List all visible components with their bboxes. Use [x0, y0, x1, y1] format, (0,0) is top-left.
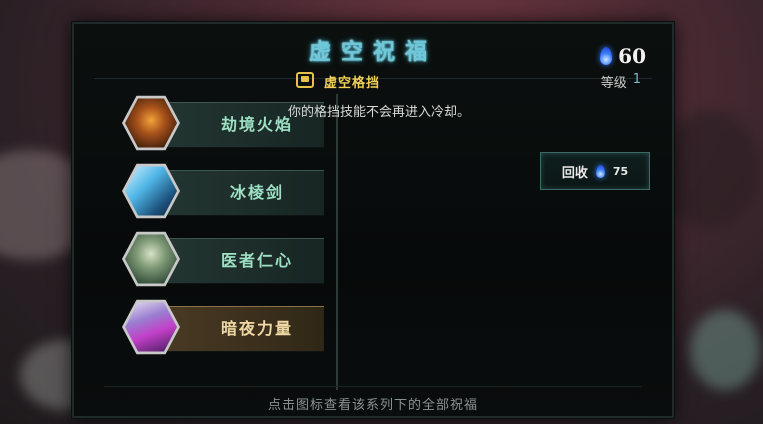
category-label: 医者仁心	[220, 251, 293, 270]
background-blob	[660, 110, 760, 230]
blessing-level: 等级 1	[601, 72, 641, 91]
panel-title: 虚空祝福	[308, 39, 437, 65]
background-blob	[690, 310, 760, 390]
healer-icon-art	[125, 234, 177, 284]
blessing-name: 虚空格挡	[324, 76, 381, 91]
level-label: 等级	[600, 76, 627, 91]
level-value: 1	[632, 72, 641, 87]
recycle-cost: 75	[612, 164, 629, 178]
category-label: 暗夜力量	[220, 319, 293, 338]
panel-divider	[336, 94, 338, 390]
recycle-label: 回收	[561, 165, 588, 181]
footer-hint: 点击图标查看该系列下的全部祝福	[267, 398, 478, 413]
fire-icon-art	[125, 98, 177, 148]
blessing-description: 你的格挡技能不会再进入冷却。	[288, 105, 471, 120]
category-ice-sword[interactable]: 冰棱剑	[122, 162, 324, 220]
recycle-button[interactable]: 回收 75	[540, 152, 650, 190]
category-healer[interactable]: 医者仁心	[122, 230, 324, 288]
currency-value: 60	[618, 44, 646, 68]
parry-shield-icon	[296, 72, 314, 88]
blue-soul-flame-icon	[595, 164, 605, 178]
currency-display: 60	[600, 44, 646, 68]
blue-soul-flame-icon	[600, 47, 613, 65]
night-icon-art	[125, 302, 177, 352]
footer-divider	[104, 386, 642, 387]
ice-icon-art	[125, 166, 177, 216]
category-label: 冰棱剑	[229, 183, 284, 202]
category-night-power[interactable]: 暗夜力量	[122, 298, 324, 356]
